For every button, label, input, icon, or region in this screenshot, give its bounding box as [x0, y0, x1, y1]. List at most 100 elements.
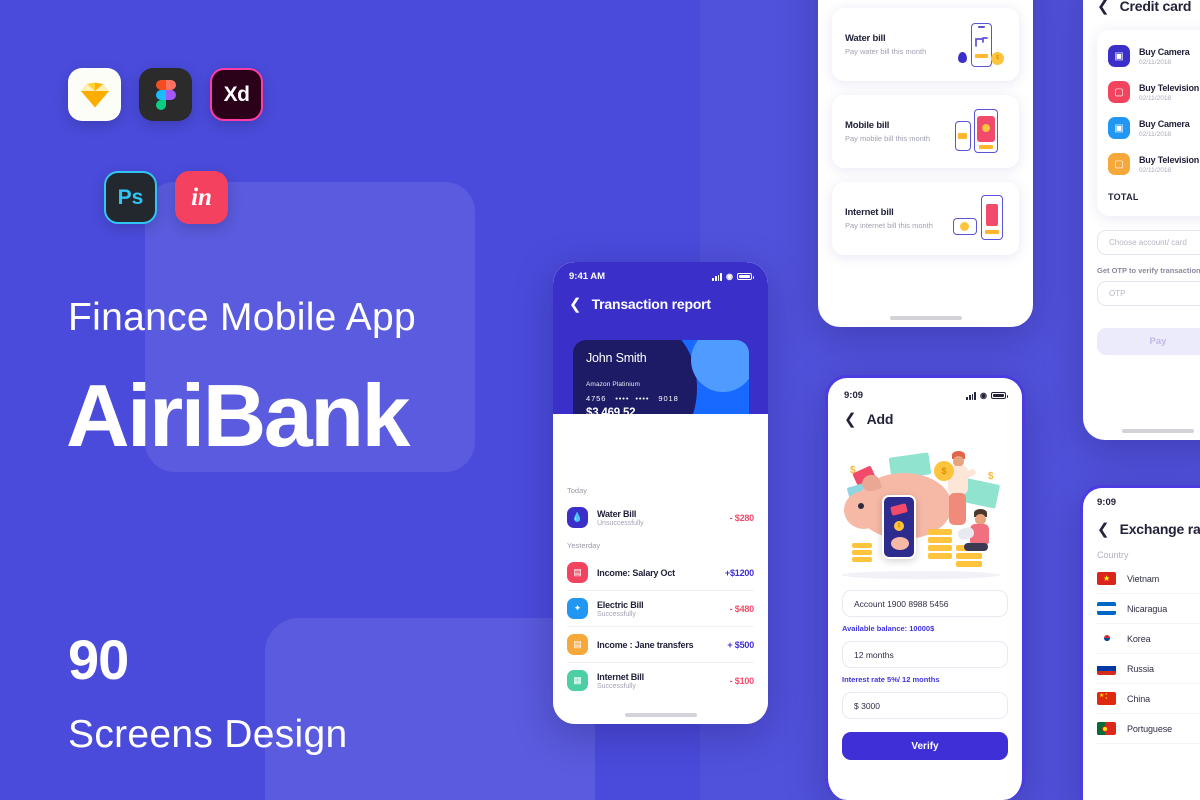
- exchange-navbar: ❮ Exchange rate: [1097, 521, 1200, 537]
- country-name: Nicaragua: [1127, 603, 1168, 614]
- credit-card-navbar: ❮ Credit card: [1097, 0, 1200, 14]
- hero-subtitle: Finance Mobile App: [68, 296, 416, 339]
- electric-icon: ✦: [567, 598, 588, 619]
- battery-icon: [991, 391, 1008, 400]
- bill-subtitle: Pay internet bill this month: [845, 221, 933, 230]
- country-column-label: Country: [1097, 550, 1129, 560]
- transaction-title: Transaction report: [591, 296, 712, 312]
- transaction-name: Electric Bill: [597, 599, 644, 610]
- otp-label: Get OTP to verify transaction: [1097, 266, 1200, 275]
- bill-title: Internet bill: [845, 207, 894, 218]
- sketch-icon: [68, 68, 121, 121]
- term-field[interactable]: 12 months: [842, 641, 1008, 668]
- transaction-name: Buy Camera: [1139, 118, 1190, 129]
- adobe-xd-label: Xd: [223, 82, 250, 106]
- amount-field[interactable]: $ 3000: [842, 692, 1008, 719]
- card-number-first: 4756: [586, 394, 607, 403]
- signal-icon: [712, 272, 723, 281]
- card-number-mask-2: ••••: [635, 394, 650, 403]
- list-item[interactable]: ★ ★ ★ China: [1097, 684, 1200, 714]
- country-name: China: [1127, 693, 1151, 704]
- china-flag: ★ ★ ★: [1097, 692, 1116, 705]
- internet-bill-illustration: [953, 194, 1007, 244]
- transaction-amount: + $500: [727, 639, 754, 650]
- back-chevron-icon[interactable]: ❮: [1097, 0, 1110, 14]
- status-time: 9:09: [844, 390, 864, 401]
- status-bar: 9:09 ◉: [828, 385, 1022, 401]
- table-row[interactable]: ▦ Internet Bill Successfully - $100: [567, 662, 754, 698]
- table-row[interactable]: 💧 Water Bill Unsuccessfully - $280: [567, 500, 754, 535]
- hero-screen-count: 90: [68, 628, 129, 691]
- portugal-flag: [1097, 722, 1116, 735]
- verify-button[interactable]: Verify: [842, 732, 1008, 760]
- interest-rate-note: Interest rate 5%/ 12 months: [842, 675, 940, 684]
- figma-icon: [139, 68, 192, 121]
- television-icon: ▢: [1108, 81, 1130, 103]
- bill-card[interactable]: Water bill Pay water bill this month $: [832, 8, 1019, 81]
- hero-screens-label: Screens Design: [68, 713, 348, 756]
- list-item[interactable]: Russia: [1097, 654, 1200, 684]
- list-item[interactable]: Korea: [1097, 624, 1200, 654]
- back-chevron-icon[interactable]: ❮: [1097, 522, 1110, 537]
- bill-title: Mobile bill: [845, 120, 890, 131]
- bill-card[interactable]: Internet bill Pay internet bill this mon…: [832, 182, 1019, 255]
- add-navbar: ❮ Add: [828, 401, 1022, 427]
- table-row[interactable]: ▣ Buy Camera 02/11/2018: [1108, 110, 1200, 146]
- add-screen: 9:09 ◉ ❮ Add $ $ $ $ Account 1900 8988 5…: [825, 375, 1025, 800]
- bills-screen: Water bill Pay water bill this month $ M…: [818, 0, 1033, 327]
- transaction-navbar: ❮ Transaction report: [553, 282, 768, 312]
- transaction-report-screen: 9:41 AM ◉ ❮ Transaction report John Smit…: [553, 262, 768, 724]
- transaction-name: Buy Camera: [1139, 46, 1190, 57]
- salary-icon: ▤: [567, 562, 588, 583]
- back-chevron-icon[interactable]: ❮: [844, 412, 857, 427]
- pay-button[interactable]: Pay: [1097, 328, 1200, 355]
- back-chevron-icon[interactable]: ❮: [569, 297, 582, 312]
- otp-placeholder: OTP: [1109, 289, 1126, 298]
- table-row[interactable]: ▤ Income: Salary Oct +$1200: [567, 555, 754, 590]
- account-select[interactable]: Choose account/ card: [1097, 230, 1200, 255]
- otp-input[interactable]: OTP: [1097, 281, 1200, 306]
- transaction-name: Buy Television: [1139, 82, 1200, 93]
- list-item[interactable]: Portuguese: [1097, 714, 1200, 744]
- adobe-xd-icon: Xd: [210, 68, 263, 121]
- transaction-name: Internet Bill: [597, 671, 644, 682]
- transaction-name: Buy Television: [1139, 154, 1200, 165]
- internet-icon: ▦: [567, 670, 588, 691]
- battery-icon: [737, 272, 754, 281]
- wifi-icon: ◉: [980, 391, 987, 400]
- television-icon: ▢: [1108, 153, 1130, 175]
- signal-icon: [966, 391, 977, 400]
- photoshop-label: Ps: [117, 185, 144, 209]
- table-row[interactable]: ▣ Buy Camera 02/11/2018: [1108, 38, 1200, 74]
- status-time: 9:41 AM: [569, 271, 606, 282]
- list-item[interactable]: ★ Vietnam: [1097, 564, 1200, 594]
- amount-value: $ 3000: [854, 700, 880, 711]
- camera-icon: ▣: [1108, 45, 1130, 67]
- card-type: Amazon Platinium: [586, 381, 640, 388]
- table-row[interactable]: ✦ Electric Bill Successfully - $480: [567, 590, 754, 626]
- bill-subtitle: Pay mobile bill this month: [845, 134, 931, 143]
- table-row[interactable]: ▢ Buy Television 02/11/2018: [1108, 74, 1200, 110]
- water-drop-icon: 💧: [567, 507, 588, 528]
- bill-title: Water bill: [845, 33, 886, 44]
- transaction-status: Successfully: [597, 610, 636, 618]
- decorative-panel-lower: [265, 618, 595, 800]
- transaction-amount: - $280: [729, 512, 755, 523]
- card-holder-name: John Smith: [586, 351, 647, 365]
- table-row[interactable]: ▢ Buy Television 02/11/2018: [1108, 146, 1200, 182]
- account-field[interactable]: Account 1900 8988 5456: [842, 590, 1008, 617]
- vietnam-flag: ★: [1097, 572, 1116, 585]
- wifi-icon: ◉: [726, 272, 733, 281]
- transfer-icon: ▤: [567, 634, 588, 655]
- country-name: Portuguese: [1127, 723, 1173, 734]
- country-name: Russia: [1127, 663, 1154, 674]
- status-bar: 9:09: [1097, 497, 1200, 508]
- transaction-name: Income : Jane transfers: [597, 639, 694, 650]
- transaction-amount: - $100: [729, 675, 755, 686]
- list-item[interactable]: Nicaragua: [1097, 594, 1200, 624]
- term-value: 12 months: [854, 649, 894, 660]
- table-row[interactable]: ▤ Income : Jane transfers + $500: [567, 626, 754, 662]
- invision-label: in: [191, 183, 212, 211]
- bill-card[interactable]: Mobile bill Pay mobile bill this month: [832, 95, 1019, 168]
- transaction-group-label: Today: [567, 486, 588, 495]
